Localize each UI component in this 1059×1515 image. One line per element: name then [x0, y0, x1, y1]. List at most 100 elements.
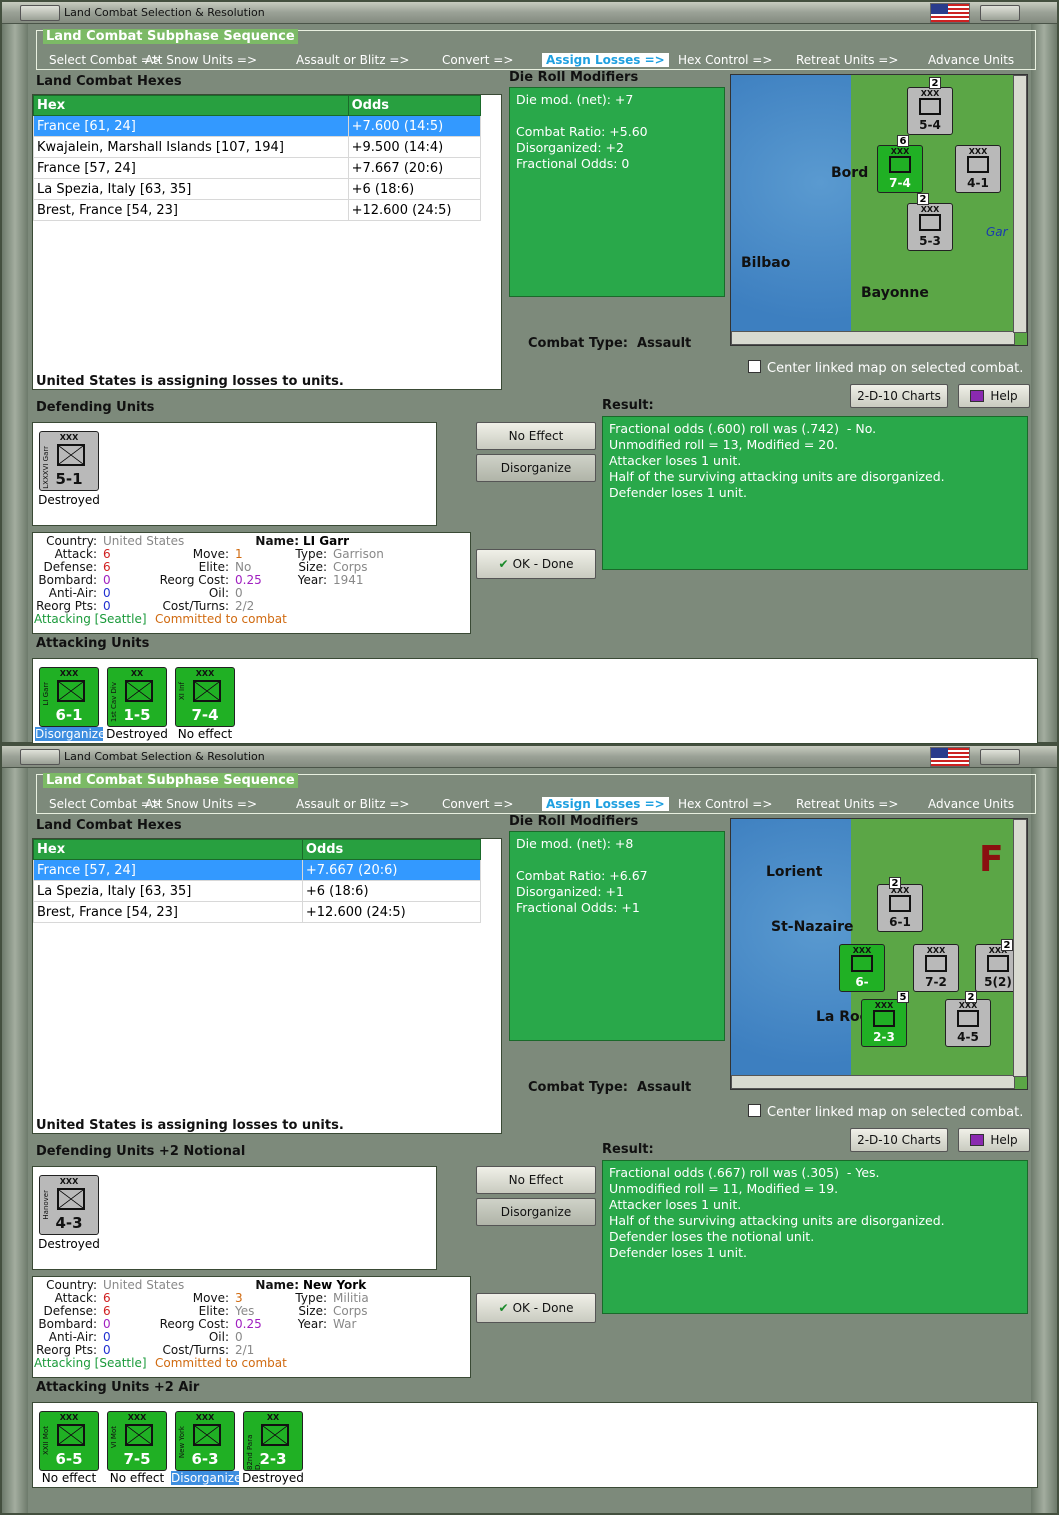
unit-counter[interactable]: XXX New York 6-3 — [175, 1411, 235, 1471]
unit-strength: 6-3 — [191, 1450, 219, 1468]
map-unit-counter[interactable]: XXX 6- — [839, 944, 885, 992]
odds-cell[interactable]: +7.600 (14:5) — [347, 115, 482, 137]
map-unit-counter[interactable]: XXX 5-3 — [907, 203, 953, 251]
combat-hexes-list[interactable]: Hex Odds France [61, 24] +7.600 (14:5) Kwaja… — [32, 94, 502, 390]
attacking-units-label: Attacking Units — [36, 636, 150, 651]
info-value: United States — [103, 1278, 185, 1292]
map-unit-counter[interactable]: XXX 6-1 — [877, 884, 923, 932]
combat-hex-row[interactable]: France [57, 24] +7.667 (20:6) — [33, 157, 482, 179]
map-unit-counter[interactable]: XXX 2-3 — [861, 999, 907, 1047]
unit-counter[interactable]: XXX XI Inf 7-4 — [175, 667, 235, 727]
minimize-button[interactable] — [980, 5, 1020, 21]
unit-type-icon — [919, 214, 941, 231]
map-horizontal-scrollbar[interactable] — [731, 331, 1015, 345]
us-flag-icon — [930, 747, 970, 767]
result-label: Result: — [602, 398, 654, 413]
charts-button[interactable]: 2-D-10 Charts — [850, 1128, 948, 1152]
hex-cell[interactable]: La Spezia, Italy [63, 35] — [33, 178, 349, 200]
odds-column-header[interactable]: Odds — [347, 95, 482, 116]
hex-cell[interactable]: Kwajalein, Marshall Islands [107, 194] — [33, 136, 349, 158]
hex-cell[interactable]: Brest, France [54, 23] — [33, 199, 349, 221]
help-button[interactable]: Help — [958, 384, 1030, 408]
combat-hexes-list[interactable]: Hex Odds France [57, 24] +7.667 (20:6) La Sp… — [32, 838, 502, 1134]
unit-strength: 4-1 — [967, 176, 989, 190]
unit-name: VI Mot — [110, 1426, 118, 1449]
odds-cell[interactable]: +9.500 (14:4) — [347, 136, 482, 158]
unit-counter[interactable]: XXX LXXXVI Garr 5-1 — [39, 431, 99, 491]
window-menu-button[interactable] — [20, 5, 60, 21]
unit-counter[interactable]: XXX VI Mot 7-5 — [107, 1411, 167, 1471]
combat-hex-row[interactable]: France [61, 24] +7.600 (14:5) — [33, 115, 482, 137]
hex-column-header[interactable]: Hex — [33, 95, 349, 116]
drm-label: Die Roll Modifiers — [509, 814, 639, 829]
odds-cell[interactable]: +12.600 (24:5) — [301, 901, 482, 923]
odds-cell[interactable]: +6 (18:6) — [301, 880, 482, 902]
unit-status: No effect — [177, 727, 233, 741]
combat-hex-row[interactable]: La Spezia, Italy [63, 35] +6 (18:6) — [33, 880, 482, 902]
map-unit-counter[interactable]: XXX 7-2 — [913, 944, 959, 992]
hex-cell[interactable]: La Spezia, Italy [63, 35] — [33, 880, 303, 902]
info-value: War — [333, 1317, 357, 1331]
linked-map[interactable]: Lorient St-Nazaire La Roch F XXX 6-1 XXX 6- XXX 7… — [730, 818, 1028, 1090]
combat-hex-row[interactable]: Brest, France [54, 23] +12.600 (24:5) — [33, 901, 482, 923]
hex-column-header[interactable]: Hex — [33, 839, 303, 860]
odds-cell[interactable]: +7.667 (20:6) — [347, 157, 482, 179]
sequence-step: Retreat Units => — [796, 797, 899, 811]
disorganize-button[interactable]: Disorganize — [476, 454, 596, 482]
defending-units-box: XXX Hanover 4-3 Destroyed — [32, 1166, 437, 1270]
hex-cell[interactable]: France [61, 24] — [33, 115, 349, 137]
stack-count-marker: 2 — [965, 991, 977, 1003]
odds-cell[interactable]: +12.600 (24:5) — [347, 199, 482, 221]
no-effect-button[interactable]: No Effect — [476, 422, 596, 450]
map-horizontal-scrollbar[interactable] — [731, 1075, 1015, 1089]
map-unit-counter[interactable]: XXX 5-4 — [907, 87, 953, 135]
unit-type-icon — [925, 955, 947, 972]
combat-hex-row[interactable]: Brest, France [54, 23] +12.600 (24:5) — [33, 199, 482, 221]
map-vertical-scrollbar[interactable] — [1013, 819, 1027, 1077]
combat-hex-row[interactable]: La Spezia, Italy [63, 35] +6 (18:6) — [33, 178, 482, 200]
disorganize-button[interactable]: Disorganize — [476, 1198, 596, 1226]
unit-counter[interactable]: XXX Hanover 4-3 — [39, 1175, 99, 1235]
hex-cell[interactable]: France [57, 24] — [33, 859, 303, 881]
combat-window: Land Combat Selection & Resolution Land … — [0, 744, 1059, 1515]
no-effect-button[interactable]: No Effect — [476, 1166, 596, 1194]
map-city-label: Bord — [831, 165, 869, 181]
combat-hex-row[interactable]: Kwajalein, Marshall Islands [107, 194] +9… — [33, 136, 482, 158]
ok-done-button[interactable]: ✔ OK - Done — [476, 1293, 596, 1323]
odds-cell[interactable]: +6 (18:6) — [347, 178, 482, 200]
minimize-button[interactable] — [980, 749, 1020, 765]
unit-counter[interactable]: XX 1st Cav Div 1-5 — [107, 667, 167, 727]
unit-counter[interactable]: XXX LI Garr 6-1 — [39, 667, 99, 727]
odds-column-header[interactable]: Odds — [301, 839, 482, 860]
odds-cell[interactable]: +7.667 (20:6) — [301, 859, 482, 881]
unit-size: XXX — [968, 147, 988, 156]
unit-size: XXX — [920, 205, 940, 214]
combat-hex-row[interactable]: France [57, 24] +7.667 (20:6) — [33, 859, 482, 881]
map-vertical-scrollbar[interactable] — [1013, 75, 1027, 333]
help-button[interactable]: Help — [958, 1128, 1030, 1152]
unit-status: Destroyed — [38, 1237, 100, 1251]
assign-message: United States is assigning losses to uni… — [36, 1118, 344, 1133]
unit-type-icon — [851, 955, 873, 972]
info-key: Name: — [255, 1278, 299, 1292]
title-bar[interactable]: Land Combat Selection & Resolution — [2, 746, 1057, 768]
hex-cell[interactable]: France [57, 24] — [33, 157, 349, 179]
title-bar[interactable]: Land Combat Selection & Resolution — [2, 2, 1057, 24]
map-city-label: Lorient — [766, 864, 823, 880]
center-map-checkbox[interactable]: Center linked map on selected combat. — [748, 360, 1023, 376]
attacking-location: Attacking [Seattle] — [34, 612, 147, 626]
window-menu-button[interactable] — [20, 749, 60, 765]
unit-counter[interactable]: XX 82nd Para D. 2-3 — [243, 1411, 303, 1471]
map-unit-counter[interactable]: XXX 4-5 — [945, 999, 991, 1047]
map-unit-counter[interactable]: XXX 4-1 — [955, 145, 1001, 193]
charts-button[interactable]: 2-D-10 Charts — [850, 384, 948, 408]
ok-done-button[interactable]: ✔ OK - Done — [476, 549, 596, 579]
center-map-checkbox[interactable]: Center linked map on selected combat. — [748, 1104, 1023, 1120]
unit-type-icon — [125, 1424, 153, 1446]
map-unit-counter[interactable]: XXX 7-4 — [877, 145, 923, 193]
unit-counter[interactable]: XXX XXII Mot 6-5 — [39, 1411, 99, 1471]
unit-size: XXX — [59, 433, 79, 442]
hex-cell[interactable]: Brest, France [54, 23] — [33, 901, 303, 923]
unit-size: XXX — [926, 946, 946, 955]
linked-map[interactable]: Bord Bilbao Bayonne Gar XXX 5-4 XXX 7-4 XXX 4-1 XX… — [730, 74, 1028, 346]
